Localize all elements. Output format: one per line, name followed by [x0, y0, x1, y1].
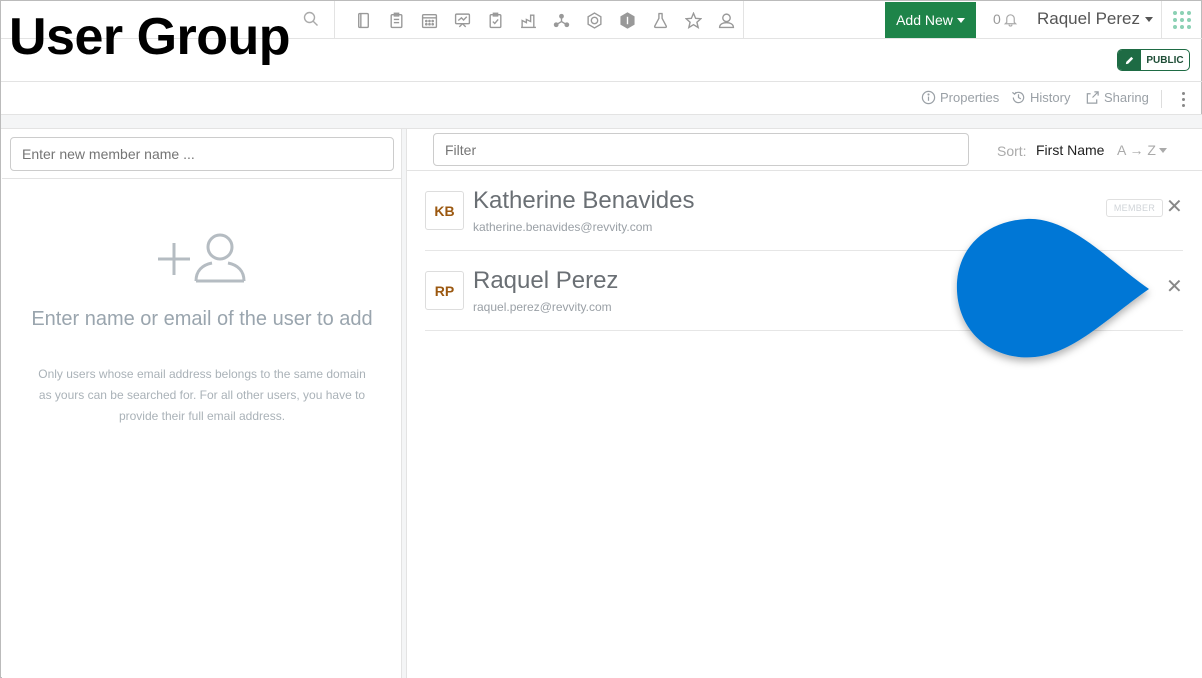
- pencil-icon: [1118, 50, 1141, 70]
- calendar-icon[interactable]: [413, 10, 446, 30]
- visibility-label: PUBLIC: [1146, 54, 1184, 66]
- app-window: Add New 0 Raquel Perez User Group PUBLIC…: [0, 0, 1202, 678]
- toolbar-divider: [334, 1, 335, 38]
- info-icon: [921, 90, 936, 105]
- properties-label: Properties: [940, 90, 1000, 105]
- sharing-button[interactable]: Sharing: [1085, 90, 1149, 105]
- page-title: User Group: [9, 8, 291, 66]
- add-member-panel: Enter name or email of the user to add O…: [2, 129, 402, 678]
- member-email: katherine.benavides@revvity.com: [473, 220, 653, 234]
- lab-icon[interactable]: [512, 10, 545, 30]
- bell-icon: [1003, 13, 1017, 27]
- toolbar-divider: [1161, 1, 1162, 38]
- notifications[interactable]: 0: [993, 11, 1018, 27]
- more-options-icon[interactable]: [1179, 90, 1187, 108]
- empty-state-title: Enter name or email of the user to add: [31, 308, 373, 330]
- star-icon[interactable]: [677, 10, 710, 30]
- checklist-icon[interactable]: [479, 10, 512, 30]
- avatar: KB: [425, 191, 464, 230]
- presentation-icon[interactable]: [446, 10, 479, 30]
- add-new-label: Add New: [896, 12, 953, 28]
- sort-direction-label: A → Z: [1117, 142, 1156, 158]
- empty-state-help: Only users whose email address belongs t…: [38, 367, 366, 423]
- avatar: RP: [425, 271, 464, 310]
- notification-count: 0: [993, 11, 1001, 27]
- properties-button[interactable]: Properties: [921, 90, 999, 105]
- entity-actions: Properties History Sharing: [1, 82, 1202, 115]
- content-gutter: [1, 115, 1202, 129]
- members-toolbar: Sort: First Name A → Z: [407, 129, 1202, 171]
- user-name: Raquel Perez: [1037, 9, 1141, 28]
- pointer-callout: [956, 218, 1149, 358]
- visibility-badge[interactable]: PUBLIC: [1117, 49, 1190, 71]
- add-member-header: [2, 129, 401, 179]
- sort-direction-toggle[interactable]: A → Z: [1117, 142, 1167, 158]
- toolbar-divider: [743, 1, 744, 38]
- history-icon: [1012, 91, 1025, 104]
- notebook-icon[interactable]: [347, 10, 380, 30]
- shield-icon[interactable]: [611, 10, 644, 30]
- search-icon[interactable]: [303, 11, 319, 27]
- history-label: History: [1030, 90, 1071, 105]
- filter-input[interactable]: [433, 133, 969, 166]
- network-icon[interactable]: [545, 10, 578, 30]
- user-icon[interactable]: [710, 10, 743, 30]
- chevron-down-icon: [1158, 147, 1167, 153]
- member-name: Raquel Perez: [473, 267, 619, 294]
- flask-icon[interactable]: [644, 10, 677, 30]
- module-toolbar: [347, 10, 743, 30]
- chevron-down-icon: [956, 17, 965, 23]
- add-user-icon: [158, 233, 246, 283]
- action-divider: [1161, 90, 1162, 108]
- new-member-input[interactable]: [10, 137, 394, 171]
- history-button[interactable]: History: [1011, 90, 1070, 105]
- sharing-label: Sharing: [1104, 90, 1149, 105]
- apps-grid-icon[interactable]: [1173, 11, 1191, 29]
- member-name: Katherine Benavides: [473, 187, 695, 214]
- member-email: raquel.perez@revvity.com: [473, 300, 612, 314]
- user-menu[interactable]: Raquel Perez: [1037, 9, 1154, 29]
- sort-label: Sort:: [997, 143, 1027, 159]
- chevron-down-icon: [1145, 16, 1154, 22]
- hexagon-icon[interactable]: [578, 10, 611, 30]
- share-icon: [1086, 91, 1099, 104]
- clipboard-icon[interactable]: [380, 10, 413, 30]
- add-new-button[interactable]: Add New: [885, 2, 976, 38]
- sort-field-select[interactable]: First Name: [1036, 142, 1104, 158]
